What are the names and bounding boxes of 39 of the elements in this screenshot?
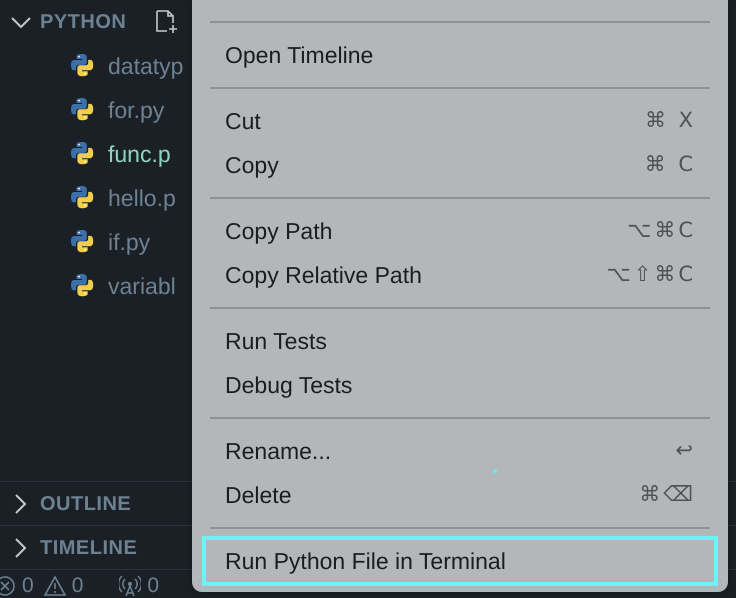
shortcut-label: ⌥⇧⌘C <box>606 261 696 288</box>
menu-item[interactable]: Copy Relative Path ⌥⇧⌘C <box>202 253 718 297</box>
shortcut-label: ⌘ C <box>644 151 696 178</box>
python-file-icon <box>70 185 96 211</box>
menu-item[interactable]: Debug Tests <box>202 363 718 407</box>
python-file-icon <box>70 53 96 79</box>
menu-item[interactable]: Run Tests <box>202 319 718 363</box>
python-file-icon <box>70 273 96 299</box>
file-name[interactable]: datatyp <box>108 48 184 84</box>
file-name[interactable]: if.py <box>108 224 150 260</box>
shortcut-label: ⌘⌫ <box>639 481 696 508</box>
error-icon <box>0 575 16 597</box>
panel-title[interactable]: TIMELINE <box>40 532 138 562</box>
new-file-icon[interactable] <box>154 9 178 35</box>
menu-item[interactable]: Cut ⌘ X <box>202 99 718 143</box>
panel-title[interactable]: OUTLINE <box>40 488 132 518</box>
shortcut-label: ↩ <box>675 437 696 464</box>
status-count: 0 <box>22 573 34 598</box>
shortcut-label: ⌥⌘C <box>627 217 696 244</box>
menu-item[interactable]: Delete ⌘⌫ <box>202 473 718 517</box>
menu-item[interactable]: Open Timeline <box>202 33 718 77</box>
menu-item[interactable]: Copy ⌘ C <box>202 143 718 187</box>
file-name[interactable]: func.p <box>108 136 171 172</box>
broadcast-icon <box>119 575 142 597</box>
python-file-icon <box>70 141 96 167</box>
status-count: 0 <box>147 573 160 598</box>
python-file-icon <box>70 97 96 123</box>
warning-icon <box>44 575 66 597</box>
status-count: 0 <box>72 573 84 598</box>
file-name[interactable]: for.py <box>108 92 164 128</box>
menu-item[interactable]: Run Python File in Terminal <box>202 536 718 586</box>
file-name[interactable]: hello.p <box>108 180 176 216</box>
file-name[interactable]: variabl <box>108 268 176 304</box>
shortcut-label: ⌘ X <box>644 107 696 134</box>
cursor-dot <box>493 469 497 473</box>
python-file-icon <box>70 229 96 255</box>
menu-item[interactable]: Rename... ↩ <box>202 429 718 473</box>
menu-item[interactable]: Copy Path ⌥⌘C <box>202 209 718 253</box>
section-title: PYTHON <box>40 10 126 35</box>
